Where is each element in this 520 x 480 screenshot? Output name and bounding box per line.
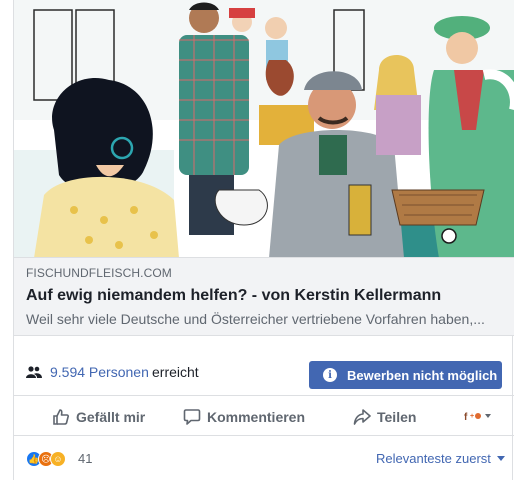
comment-sort-dropdown[interactable]: Relevanteste zuerst bbox=[376, 451, 505, 466]
share-label: Teilen bbox=[377, 409, 417, 425]
link-preview-meta[interactable]: FISCHUNDFLEISCH.COM Auf ewig niemandem h… bbox=[14, 258, 514, 336]
haha-reaction-icon: ☺ bbox=[50, 451, 66, 467]
svg-text:f: f bbox=[464, 412, 468, 422]
boost-post-label: Bewerben nicht möglich bbox=[347, 367, 498, 383]
audience-selector[interactable]: f + bbox=[464, 410, 500, 422]
reaction-summary[interactable]: 👍 ☹ ☺ bbox=[26, 451, 66, 467]
sort-label: Relevanteste zuerst bbox=[376, 451, 491, 466]
link-title[interactable]: Auf ewig niemandem helfen? - von Kerstin… bbox=[26, 287, 441, 305]
like-label: Gefällt mir bbox=[76, 409, 146, 425]
info-icon: i bbox=[323, 368, 337, 382]
reactions-bar: 👍 ☹ ☺ 41 Relevanteste zuerst bbox=[14, 442, 514, 474]
reach-count-link[interactable]: 9.594 Personen bbox=[50, 364, 149, 380]
people-icon bbox=[26, 366, 42, 378]
chevron-down-icon bbox=[496, 456, 505, 461]
link-preview-image[interactable] bbox=[14, 0, 514, 258]
reaction-count[interactable]: 41 bbox=[78, 451, 92, 466]
post-card: FISCHUNDFLEISCH.COM Auf ewig niemandem h… bbox=[13, 0, 514, 480]
post-action-bar: Gefällt mir Kommentieren Teilen f + bbox=[14, 398, 514, 436]
illustration-image bbox=[14, 0, 514, 257]
comment-icon bbox=[183, 409, 201, 425]
share-arrow-icon bbox=[353, 409, 371, 425]
comment-button[interactable]: Kommentieren bbox=[183, 408, 305, 426]
boost-post-button[interactable]: i Bewerben nicht möglich bbox=[309, 361, 502, 389]
comment-label: Kommentieren bbox=[207, 409, 306, 425]
like-button[interactable]: Gefällt mir bbox=[52, 408, 145, 426]
reach-suffix: erreicht bbox=[152, 364, 199, 380]
reach-bar: 9.594 Personen erreicht i Bewerben nicht… bbox=[14, 350, 514, 396]
svg-text:+: + bbox=[470, 413, 474, 420]
audience-selector-icon: f + bbox=[464, 412, 491, 422]
link-domain: FISCHUNDFLEISCH.COM bbox=[26, 266, 172, 280]
link-description: Weil sehr viele Deutsche und Österreiche… bbox=[26, 311, 485, 327]
thumbs-up-icon bbox=[53, 409, 69, 425]
share-button[interactable]: Teilen bbox=[353, 408, 416, 426]
